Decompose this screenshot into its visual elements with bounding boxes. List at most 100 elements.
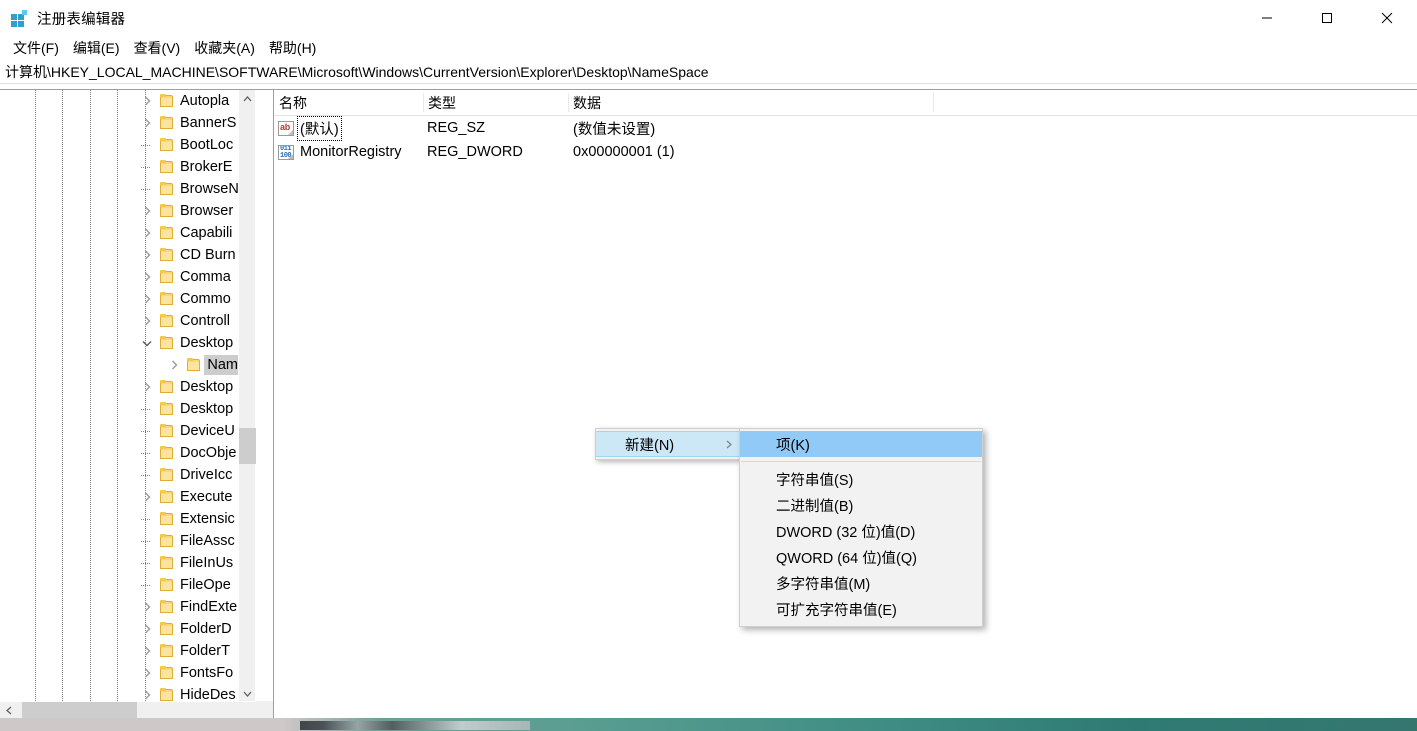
tree-item-capabili[interactable]: Capabili [0,222,256,244]
menu-item-view[interactable]: 查看(V) [127,36,188,61]
value-row[interactable]: 011100110 MonitorRegistry REG_DWORD 0x00000… [274,140,1417,164]
tree-item-label-wrap[interactable]: Extensic [177,509,238,529]
tree-item-label-wrap[interactable]: Controll [177,311,233,331]
tree-item-label-wrap[interactable]: BootLoc [177,135,236,155]
tree-item-driveicc[interactable]: DriveIcc [0,464,256,486]
tree-item-docobje[interactable]: DocObje [0,442,256,464]
column-header-type[interactable]: 类型 [423,90,568,115]
scroll-up-button[interactable] [239,90,256,107]
tree-hscroll-thumb[interactable] [22,702,137,718]
tree-item-label-wrap[interactable]: Comma [177,267,234,287]
chevron-right-icon[interactable] [139,310,155,332]
chevron-right-icon[interactable] [139,596,155,618]
tree-item-fileinus[interactable]: FileInUs [0,552,256,574]
column-divider[interactable] [933,93,934,112]
tree-item-label-wrap[interactable]: FileAssc [177,531,238,551]
tree-item-label-wrap[interactable]: HideDes [177,685,239,702]
tree-item-desktop[interactable]: Desktop [0,332,256,354]
submenu-item-1[interactable]: 项(K) [740,431,982,457]
tree-item-desktop[interactable]: Desktop [0,376,256,398]
menu-item-file[interactable]: 文件(F) [6,36,66,61]
tree-item-fileassc[interactable]: FileAssc [0,530,256,552]
tree-item-hidedes[interactable]: HideDes [0,684,256,702]
tree-item-label-wrap[interactable]: CD Burn [177,245,239,265]
tree-item-fileope[interactable]: FileOpe [0,574,256,596]
scroll-down-button[interactable] [239,685,256,702]
tree-item-label-wrap[interactable]: Browser [177,201,236,221]
tree-item-banners[interactable]: BannerS [0,112,256,134]
chevron-right-icon[interactable] [139,486,155,508]
tree-item-label-wrap[interactable]: FontsFo [177,663,236,683]
tree-vertical-scrollbar[interactable] [238,90,256,702]
tree-item-commo[interactable]: Commo [0,288,256,310]
chevron-right-icon[interactable] [139,684,155,702]
tree-item-label-wrap[interactable]: Execute [177,487,235,507]
tree-item-folderd[interactable]: FolderD [0,618,256,640]
value-name-cell[interactable]: 011100110 MonitorRegistry [278,140,404,164]
tree-item-fontsfo[interactable]: FontsFo [0,662,256,684]
tree-item-findexte[interactable]: FindExte [0,596,256,618]
tree-item-label-wrap[interactable]: FileInUs [177,553,236,573]
menu-item-favorites[interactable]: 收藏夹(A) [187,36,262,61]
submenu-item-3[interactable]: 二进制值(B) [740,492,982,518]
column-header-data[interactable]: 数据 [568,90,933,115]
tree-item-label-wrap[interactable]: Desktop [177,399,236,419]
submenu-item-6[interactable]: 多字符串值(M) [740,570,982,596]
maximize-button[interactable] [1297,0,1357,36]
tree-item-execute[interactable]: Execute [0,486,256,508]
submenu-item-4[interactable]: DWORD (32 位)值(D) [740,518,982,544]
submenu-item-5[interactable]: QWORD (64 位)值(Q) [740,544,982,570]
chevron-right-icon[interactable] [139,662,155,684]
tree-item-autopla[interactable]: Autopla [0,90,256,112]
tree-item-label-wrap[interactable]: FindExte [177,597,240,617]
scroll-left-button[interactable] [0,702,17,718]
tree-item-browsen[interactable]: BrowseN [0,178,256,200]
tree-item-cd-burn[interactable]: CD Burn [0,244,256,266]
chevron-right-icon[interactable] [139,200,155,222]
chevron-right-icon[interactable] [139,244,155,266]
chevron-down-icon[interactable] [139,332,155,354]
menu-item-edit[interactable]: 编辑(E) [66,36,127,61]
chevron-right-icon[interactable] [166,354,182,376]
tree-item-label-wrap[interactable]: FolderT [177,641,233,661]
tree-item-deviceu[interactable]: DeviceU [0,420,256,442]
tree-item-bootloc[interactable]: BootLoc [0,134,256,156]
tree-horizontal-scrollbar[interactable] [0,701,273,718]
tree-item-label-wrap[interactable]: BannerS [177,113,239,133]
tree-item-label-wrap[interactable]: DriveIcc [177,465,235,485]
submenu-item-7[interactable]: 可扩充字符串值(E) [740,596,982,622]
chevron-right-icon[interactable] [139,90,155,112]
chevron-right-icon[interactable] [139,288,155,310]
tree-item-label-wrap[interactable]: Capabili [177,223,235,243]
address-bar[interactable]: 计算机\HKEY_LOCAL_MACHINE\SOFTWARE\Microsof… [0,60,1417,84]
tree-item-browser[interactable]: Browser [0,200,256,222]
chevron-right-icon[interactable] [139,640,155,662]
value-row[interactable]: ab (默认) REG_SZ (数值未设置) [274,115,1417,141]
chevron-right-icon[interactable] [139,112,155,134]
tree-item-name[interactable]: Name [0,354,256,376]
tree-item-label-wrap[interactable]: FolderD [177,619,235,639]
chevron-right-icon[interactable] [139,266,155,288]
tree-item-controll[interactable]: Controll [0,310,256,332]
tree-item-desktop[interactable]: Desktop [0,398,256,420]
tree-item-comma[interactable]: Comma [0,266,256,288]
tree-item-label-wrap[interactable]: DeviceU [177,421,238,441]
tree-item-label-wrap[interactable]: Commo [177,289,234,309]
context-menu-item-new[interactable]: 新建(N) [596,431,740,457]
minimize-button[interactable] [1237,0,1297,36]
tree-item-label-wrap[interactable]: BrokerE [177,157,235,177]
tree-item-label-wrap[interactable]: FileOpe [177,575,234,595]
tree-item-label-wrap[interactable]: Desktop [177,333,236,353]
chevron-right-icon[interactable] [139,618,155,640]
tree-item-label-wrap[interactable]: Desktop [177,377,236,397]
tree-item-label-wrap[interactable]: Autopla [177,91,232,111]
chevron-right-icon[interactable] [139,222,155,244]
value-name-cell[interactable]: ab (默认) [278,115,342,141]
tree-item-label-wrap[interactable]: DocObje [177,443,239,463]
column-header-name[interactable]: 名称 [274,90,423,115]
tree-item-extensic[interactable]: Extensic [0,508,256,530]
chevron-right-icon[interactable] [139,376,155,398]
tree-item-label-wrap[interactable]: BrowseN [177,179,242,199]
submenu-item-2[interactable]: 字符串值(S) [740,466,982,492]
tree-scroll-thumb[interactable] [239,428,256,464]
